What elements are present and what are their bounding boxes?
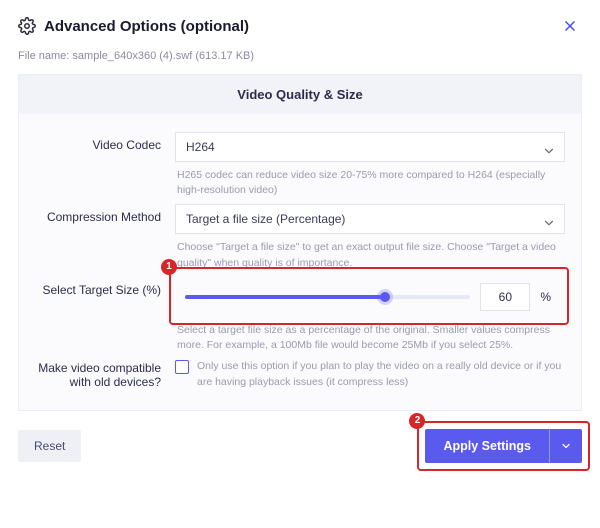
compat-label: Make video compatible with old devices? [35, 359, 175, 389]
target-size-label: Select Target Size (%) [35, 277, 175, 297]
panel-title: Video Quality & Size [19, 75, 581, 114]
target-size-slider[interactable] [185, 287, 470, 307]
compression-method-select[interactable]: Target a file size (Percentage) [175, 204, 565, 234]
compression-method-hint: Choose "Target a file size" to get an ex… [175, 234, 565, 272]
annotation-badge-2: 2 [409, 413, 425, 429]
settings-panel: Video Quality & Size Video Codec H264 H2… [18, 74, 582, 411]
chevron-down-icon [542, 140, 556, 154]
dialog-title: Advanced Options (optional) [44, 18, 249, 35]
video-codec-select[interactable]: H264 [175, 132, 565, 162]
target-size-input[interactable] [480, 283, 530, 311]
annotation-badge-1: 1 [161, 259, 177, 275]
compat-hint: Only use this option if you plan to play… [197, 359, 565, 389]
apply-settings-dropdown[interactable] [549, 429, 582, 463]
chevron-down-icon [542, 212, 556, 226]
target-size-hint: Select a target file size as a percentag… [175, 317, 565, 355]
gear-icon [18, 17, 36, 35]
apply-settings-button[interactable]: Apply Settings [425, 429, 549, 463]
video-codec-hint: H265 codec can reduce video size 20-75% … [175, 162, 565, 200]
percent-sign: % [540, 290, 555, 304]
compat-checkbox[interactable] [175, 360, 189, 374]
video-codec-label: Video Codec [35, 132, 175, 152]
file-name-line: File name: sample_640x360 (4).swf (613.1… [18, 50, 582, 62]
compression-method-label: Compression Method [35, 204, 175, 224]
reset-button[interactable]: Reset [18, 430, 81, 462]
slider-thumb[interactable] [380, 292, 390, 302]
close-button[interactable] [558, 14, 582, 38]
